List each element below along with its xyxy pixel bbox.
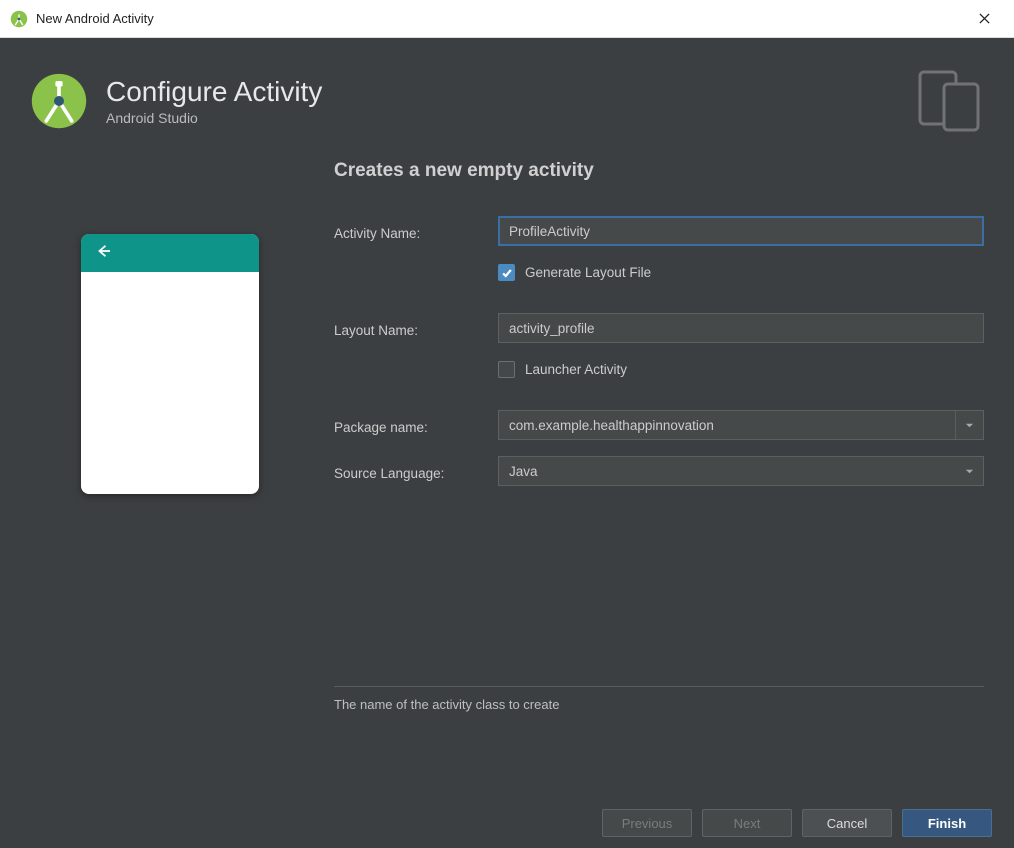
source-language-value: Java bbox=[499, 464, 955, 479]
header-text-block: Configure Activity Android Studio bbox=[106, 76, 322, 126]
hint-divider bbox=[334, 686, 984, 687]
cancel-button[interactable]: Cancel bbox=[802, 809, 892, 837]
dialog-body: Configure Activity Android Studio Create… bbox=[0, 38, 1014, 848]
dialog-subtitle: Android Studio bbox=[106, 110, 322, 126]
generate-layout-checkbox[interactable] bbox=[498, 264, 515, 281]
section-heading: Creates a new empty activity bbox=[334, 160, 984, 182]
generate-layout-row: Generate Layout File bbox=[334, 260, 984, 299]
window-close-button[interactable] bbox=[964, 3, 1004, 35]
chevron-down-icon bbox=[955, 411, 983, 439]
launcher-activity-label: Launcher Activity bbox=[525, 362, 627, 377]
device-preview-appbar bbox=[81, 234, 259, 272]
devices-icon bbox=[914, 66, 984, 136]
hint-text: The name of the activity class to create bbox=[334, 697, 984, 712]
back-arrow-icon bbox=[95, 242, 113, 265]
layout-name-input[interactable] bbox=[498, 313, 984, 343]
next-button[interactable]: Next bbox=[702, 809, 792, 837]
activity-name-input[interactable] bbox=[498, 216, 984, 246]
content-area: Creates a new empty activity Activity Na… bbox=[0, 154, 1014, 772]
android-studio-titlebar-icon bbox=[10, 10, 28, 28]
package-name-label: Package name: bbox=[334, 416, 498, 435]
chevron-down-icon bbox=[955, 457, 983, 485]
activity-name-label: Activity Name: bbox=[334, 222, 498, 241]
source-language-row: Source Language: Java bbox=[334, 456, 984, 486]
package-name-row: Package name: com.example.healthappinnov… bbox=[334, 410, 984, 440]
package-name-value: com.example.healthappinnovation bbox=[499, 418, 955, 433]
layout-name-label: Layout Name: bbox=[334, 319, 498, 338]
activity-name-row: Activity Name: bbox=[334, 216, 984, 246]
window-titlebar: New Android Activity bbox=[0, 0, 1014, 38]
layout-name-row: Layout Name: bbox=[334, 313, 984, 343]
dialog-header: Configure Activity Android Studio bbox=[0, 38, 1014, 154]
package-name-combobox[interactable]: com.example.healthappinnovation bbox=[498, 410, 984, 440]
launcher-activity-checkbox[interactable] bbox=[498, 361, 515, 378]
dialog-footer: Previous Next Cancel Finish bbox=[0, 798, 1014, 848]
form-column: Creates a new empty activity Activity Na… bbox=[310, 154, 984, 772]
generate-layout-label: Generate Layout File bbox=[525, 265, 651, 280]
dialog-title: Configure Activity bbox=[106, 76, 322, 108]
previous-button[interactable]: Previous bbox=[602, 809, 692, 837]
finish-button[interactable]: Finish bbox=[902, 809, 992, 837]
window-title: New Android Activity bbox=[36, 11, 964, 26]
preview-column bbox=[30, 154, 310, 772]
source-language-label: Source Language: bbox=[334, 462, 498, 481]
launcher-activity-row: Launcher Activity bbox=[334, 357, 984, 396]
source-language-combobox[interactable]: Java bbox=[498, 456, 984, 486]
device-preview bbox=[81, 234, 259, 494]
android-studio-logo-icon bbox=[30, 72, 88, 130]
